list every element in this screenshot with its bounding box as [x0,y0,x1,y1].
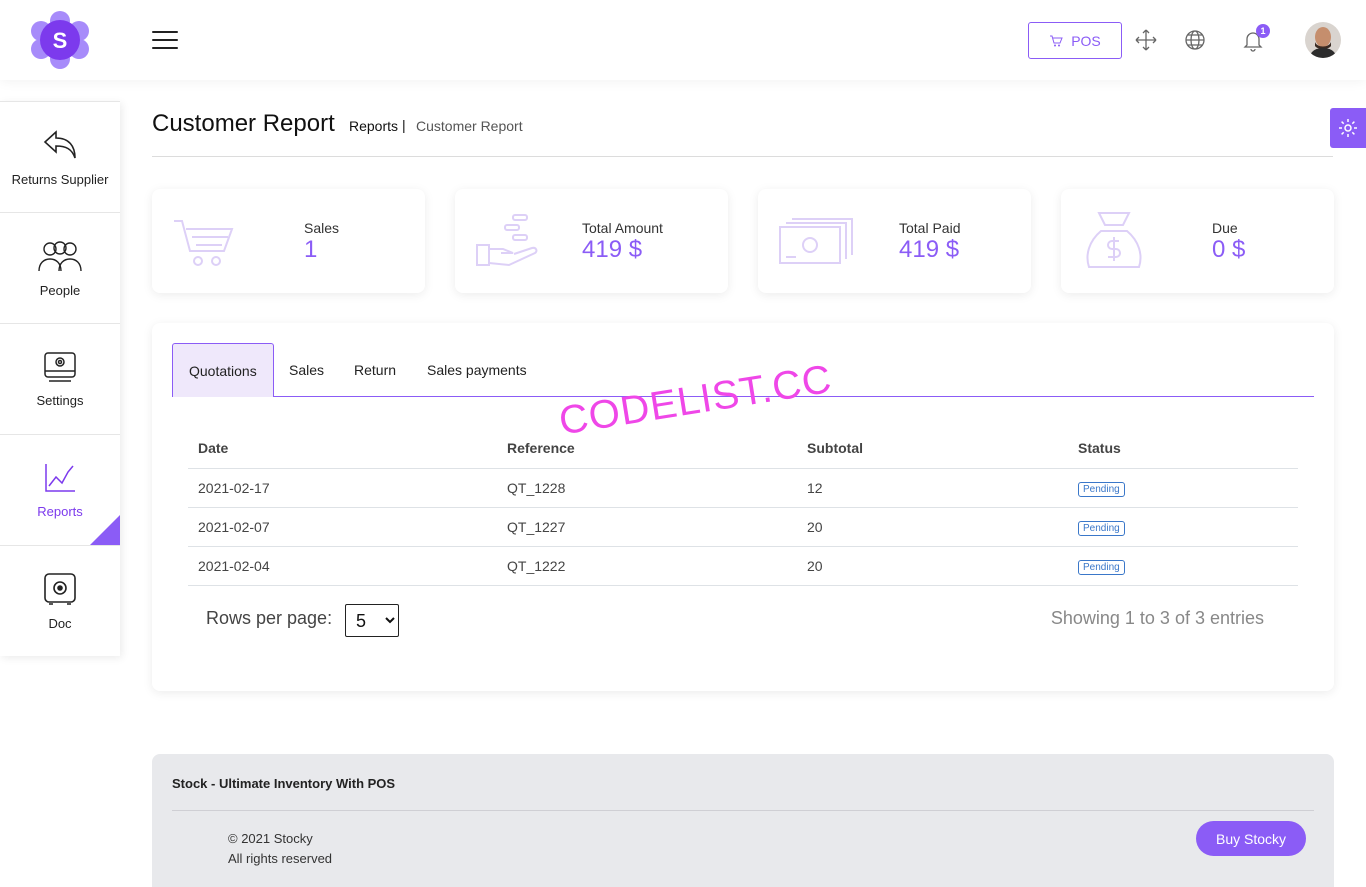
column-header-status[interactable]: Status [1068,428,1298,469]
breadcrumb-separator: | [402,117,406,133]
sidebar-item-label: Reports [37,503,83,519]
tab-quotations[interactable]: Quotations [172,343,274,397]
status-badge: Pending [1078,481,1125,497]
stat-title: Total Amount [582,220,663,236]
cell-reference: QT_1228 [497,468,797,508]
pagination-info: Showing 1 to 3 of 3 entries [1050,608,1264,628]
cart-icon [174,220,234,266]
pos-button[interactable]: POS [1028,22,1122,59]
return-arrow-icon [43,129,76,158]
stat-title: Due [1212,220,1238,236]
copyright-text: © 2021 Stocky [228,831,313,846]
stat-card-total-paid: Total Paid 419 $ [758,189,1031,293]
breadcrumb-parent-link[interactable]: Reports [349,118,398,134]
buy-stocky-button[interactable]: Buy Stocky [1196,821,1306,856]
sidebar-item-label: People [39,282,81,298]
gear-icon [1339,119,1357,137]
line-chart-icon [45,463,75,492]
cart-icon [1050,35,1063,46]
column-header-date[interactable]: Date [188,428,497,469]
quotations-table: Date Reference Subtotal Status 2021-02-1… [188,428,1298,586]
status-badge: Pending [1078,520,1125,536]
cell-date: 2021-02-17 [188,468,497,508]
column-header-reference[interactable]: Reference [497,428,797,469]
cell-reference: QT_1222 [497,546,797,586]
sidebar: Returns Supplier People Settings Reports… [0,101,120,656]
cell-subtotal: 20 [797,507,1068,547]
cell-date: 2021-02-07 [188,507,497,547]
cell-status: Pending [1068,507,1298,547]
rows-per-page-label: Rows per page: [206,608,333,628]
sidebar-item-reports[interactable]: Reports [0,434,120,545]
cell-subtotal: 20 [797,546,1068,586]
table-row[interactable]: 2021-02-17 QT_1228 12 Pending [188,468,1298,508]
footer-title: Stock - Ultimate Inventory With POS [172,776,396,791]
rows-per-page-select[interactable]: 5 [345,604,399,637]
globe-icon[interactable] [1183,28,1207,52]
sidebar-item-label: Returns Supplier [11,171,109,187]
svg-text:S: S [53,28,68,53]
stat-title: Total Paid [899,220,961,236]
sidebar-item-label: Doc [48,615,72,631]
table-header-row: Date Reference Subtotal Status [188,428,1298,469]
menu-toggle-button[interactable] [152,31,178,49]
divider [152,156,1333,157]
sidebar-item-returns-supplier[interactable]: Returns Supplier [0,101,120,212]
table-row[interactable]: 2021-02-04 QT_1222 20 Pending [188,546,1298,586]
rights-text: All rights reserved [228,851,333,866]
breadcrumb-current: Customer Report [416,118,523,134]
page-title: Customer Report [152,110,335,137]
stat-card-total-amount: Total Amount 419 $ [455,189,728,293]
column-header-subtotal[interactable]: Subtotal [797,428,1068,469]
money-bag-icon [1086,212,1142,268]
footer-copyright: © 2021 Stocky All rights reserved [228,829,332,869]
sidebar-item-label: Settings [36,392,84,408]
people-icon [38,240,82,271]
cell-status: Pending [1068,546,1298,586]
customizer-toggle-button[interactable] [1330,108,1366,148]
stat-card-due: Due 0 $ [1061,189,1334,293]
cell-date: 2021-02-04 [188,546,497,586]
sidebar-item-settings[interactable]: Settings [0,323,120,434]
hand-coins-icon [476,214,538,267]
stat-value: 0 $ [1212,236,1246,263]
divider [172,810,1314,811]
cell-status: Pending [1068,468,1298,508]
status-badge: Pending [1078,559,1125,575]
tab-sales-payments[interactable]: Sales payments [427,343,527,397]
stat-value: 419 $ [899,236,960,263]
sidebar-item-people[interactable]: People [0,212,120,323]
cell-reference: QT_1227 [497,507,797,547]
sidebar-item-doc[interactable]: Doc [0,545,120,656]
tab-sales[interactable]: Sales [289,343,324,397]
app-logo[interactable]: S [31,11,89,69]
pos-label: POS [1071,32,1101,49]
top-header: S POS 1 [0,0,1366,80]
stat-value: 419 $ [582,236,643,263]
stat-card-sales: Sales 1 [152,189,425,293]
tab-return[interactable]: Return [354,343,396,397]
footer: Stock - Ultimate Inventory With POS © 20… [152,754,1334,887]
table-row[interactable]: 2021-02-07 QT_1227 20 Pending [188,507,1298,547]
stat-value: 1 [304,236,318,263]
money-stack-icon [779,218,853,264]
notification-badge: 1 [1256,24,1270,38]
fullscreen-icon[interactable] [1134,28,1158,52]
document-icon [44,572,76,605]
avatar[interactable] [1305,22,1341,58]
settings-drive-icon [44,351,76,382]
stat-title: Sales [304,220,340,236]
cell-subtotal: 12 [797,468,1068,508]
